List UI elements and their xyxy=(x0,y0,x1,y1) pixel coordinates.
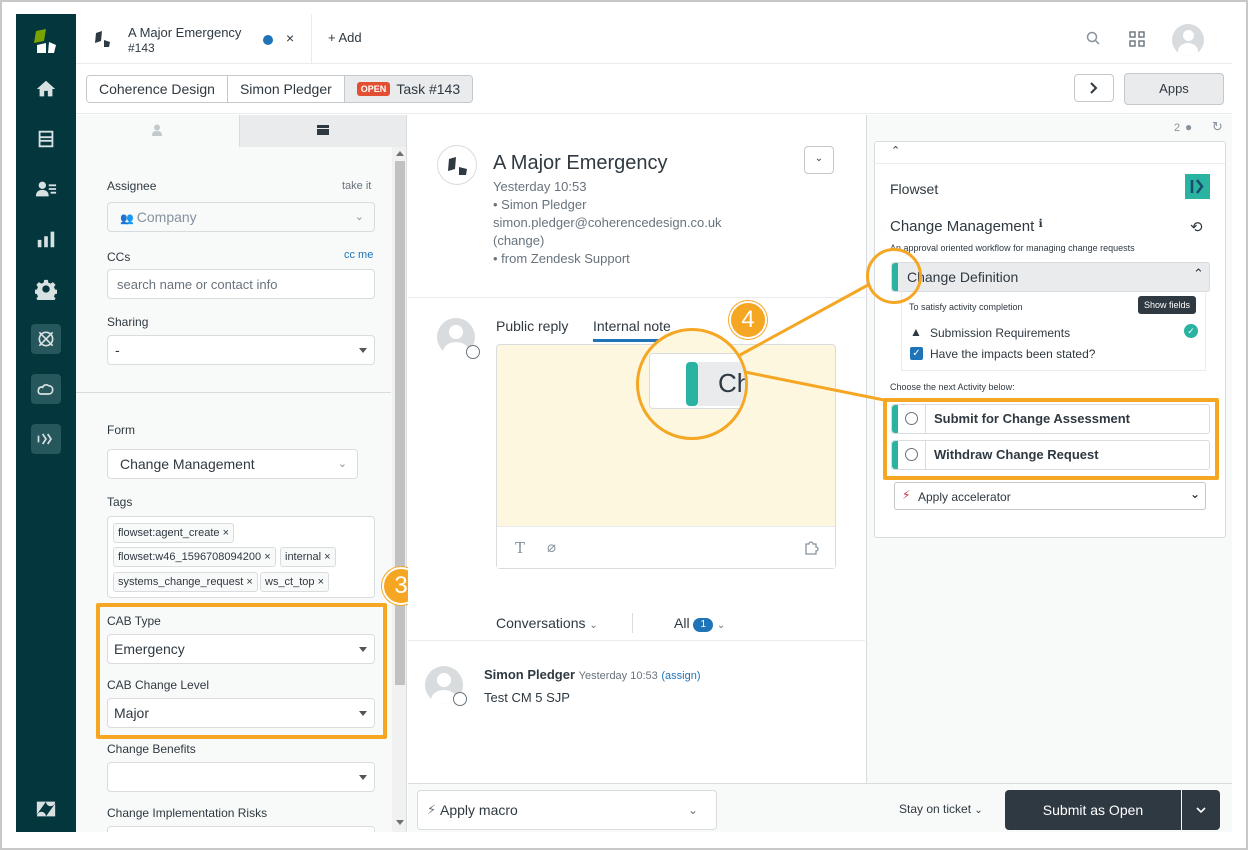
submit-button[interactable]: Submit as Open xyxy=(1005,790,1181,830)
bottom-action-bar: ⚡ Apply macro ⌄ Stay on ticket ⌄ Submit … xyxy=(408,783,1232,832)
lightning-icon: ⚡ xyxy=(427,802,437,817)
stay-on-ticket-select[interactable]: Stay on ticket ⌄ xyxy=(899,802,983,816)
zoom-stage-bar xyxy=(686,362,698,406)
zoom-callout: Ch xyxy=(636,328,748,440)
callout-badge-4: 4 xyxy=(729,301,767,339)
stay-label: Stay on ticket xyxy=(899,802,972,816)
apply-macro-select[interactable]: ⚡ Apply macro ⌄ xyxy=(417,790,717,830)
zoom-stage: Ch xyxy=(649,353,748,409)
submit-options-button[interactable] xyxy=(1182,790,1220,830)
callout-lines xyxy=(734,283,885,402)
macro-label: Apply macro xyxy=(440,802,518,818)
chevron-down-icon: ⌄ xyxy=(688,803,699,817)
chevron-down-icon xyxy=(1196,807,1206,814)
chevron-down-icon: ⌄ xyxy=(974,805,983,816)
zoom-text: Ch xyxy=(718,368,748,398)
